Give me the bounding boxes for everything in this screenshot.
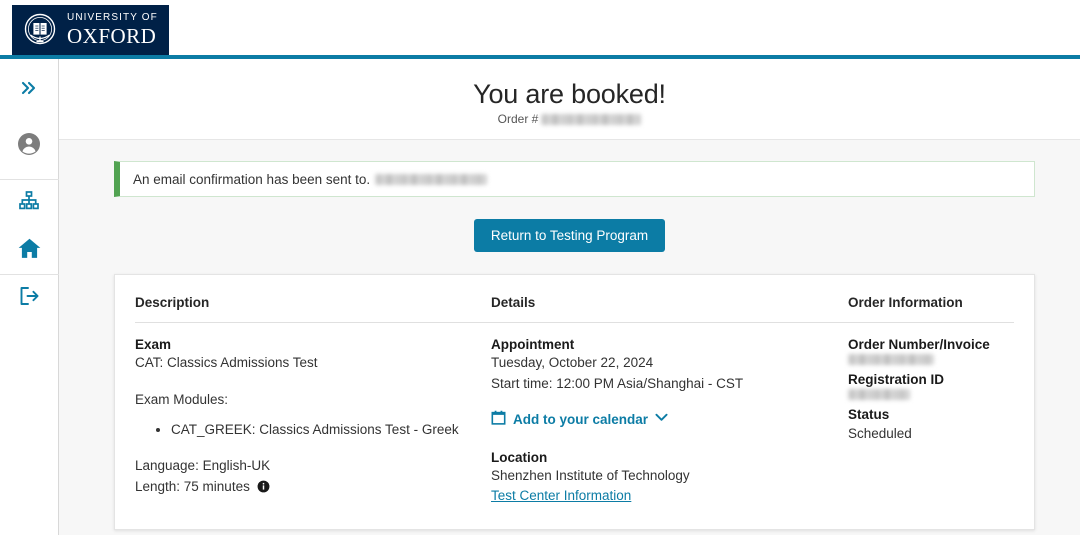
exam-length: Length: 75 minutes bbox=[135, 478, 250, 494]
appointment-start-time: Start time: 12:00 PM Asia/Shanghai - CST bbox=[491, 375, 744, 391]
user-avatar-icon bbox=[17, 132, 41, 161]
registration-id-redacted-value bbox=[848, 389, 910, 401]
page-title: You are booked! bbox=[473, 79, 666, 109]
location-name: Shenzhen Institute of Technology bbox=[491, 468, 690, 484]
card-columns: Exam CAT: Classics Admissions Test Exam … bbox=[135, 337, 1014, 505]
logout-icon bbox=[17, 284, 41, 313]
home-icon bbox=[17, 236, 42, 266]
order-number-invoice-redacted-value bbox=[848, 354, 934, 366]
add-to-calendar-link[interactable]: Add to your calendar bbox=[491, 410, 848, 428]
status-label: Status bbox=[848, 407, 890, 422]
exam-length-row: Length: 75 minutes bbox=[135, 477, 491, 499]
sitemap-icon bbox=[17, 189, 41, 218]
calendar-icon bbox=[491, 410, 506, 428]
info-circle-icon[interactable] bbox=[257, 479, 270, 499]
sidebar-item-expand[interactable] bbox=[0, 67, 59, 114]
sidebar-item-account[interactable] bbox=[0, 123, 59, 170]
return-to-testing-program-button[interactable]: Return to Testing Program bbox=[473, 219, 666, 252]
logo-oxford-label: OXFORD bbox=[67, 24, 157, 48]
exam-modules-label: Exam Modules: bbox=[135, 391, 229, 407]
sidebar-item-home[interactable] bbox=[0, 227, 59, 274]
test-center-information-link[interactable]: Test Center Information bbox=[491, 488, 631, 503]
oxford-crest-icon bbox=[20, 10, 60, 50]
primary-action-row: Return to Testing Program bbox=[59, 219, 1080, 252]
column-header-details: Details bbox=[491, 295, 536, 310]
exam-modules-list: CAT_GREEK: Classics Admissions Test - Gr… bbox=[135, 420, 491, 440]
order-number-invoice-label: Order Number/Invoice bbox=[848, 337, 990, 352]
card-column-headers: Description Details Order Information bbox=[135, 295, 1014, 323]
appointment-date: Tuesday, October 22, 2024 bbox=[491, 355, 654, 370]
sidebar-item-organization[interactable] bbox=[0, 180, 59, 227]
column-header-description: Description bbox=[135, 295, 210, 310]
sidebar bbox=[0, 59, 59, 535]
title-area: You are booked! Order # bbox=[59, 59, 1080, 140]
list-item: CAT_GREEK: Classics Admissions Test - Gr… bbox=[171, 420, 491, 440]
exam-language: Language: English-UK bbox=[135, 458, 271, 474]
email-confirmation-alert: An email confirmation has been sent to. bbox=[114, 161, 1035, 197]
details-column: Appointment Tuesday, October 22, 2024 St… bbox=[491, 337, 848, 505]
logo-university-label: UNIVERSITY OF bbox=[67, 12, 158, 23]
alert-message: An email confirmation has been sent to. bbox=[133, 171, 371, 187]
appointment-label: Appointment bbox=[491, 337, 575, 352]
page-header: UNIVERSITY OF OXFORD bbox=[0, 0, 1080, 59]
description-column: Exam CAT: Classics Admissions Test Exam … bbox=[135, 337, 491, 505]
order-number-label: Order # bbox=[497, 112, 539, 126]
booking-details-card: Description Details Order Information Ex… bbox=[114, 274, 1035, 530]
sidebar-item-sign-out[interactable] bbox=[0, 275, 59, 322]
status-value: Scheduled bbox=[848, 426, 912, 441]
registration-id-label: Registration ID bbox=[848, 372, 945, 387]
main-content: You are booked! Order # An email confirm… bbox=[59, 59, 1080, 535]
oxford-logo[interactable]: UNIVERSITY OF OXFORD bbox=[12, 5, 169, 55]
double-chevron-right-icon bbox=[19, 78, 39, 103]
exam-name: CAT: Classics Admissions Test bbox=[135, 355, 318, 370]
order-number-redacted-value bbox=[541, 113, 642, 125]
order-information-column: Order Number/Invoice Registration ID Sta… bbox=[848, 337, 1014, 505]
alert-email-redacted-value bbox=[375, 173, 488, 185]
add-to-calendar-label: Add to your calendar bbox=[513, 411, 649, 427]
chevron-down-icon bbox=[655, 413, 668, 425]
column-header-order-information: Order Information bbox=[848, 295, 963, 310]
location-label: Location bbox=[491, 450, 548, 466]
exam-label: Exam bbox=[135, 337, 172, 352]
order-number-line: Order # bbox=[59, 112, 1080, 126]
